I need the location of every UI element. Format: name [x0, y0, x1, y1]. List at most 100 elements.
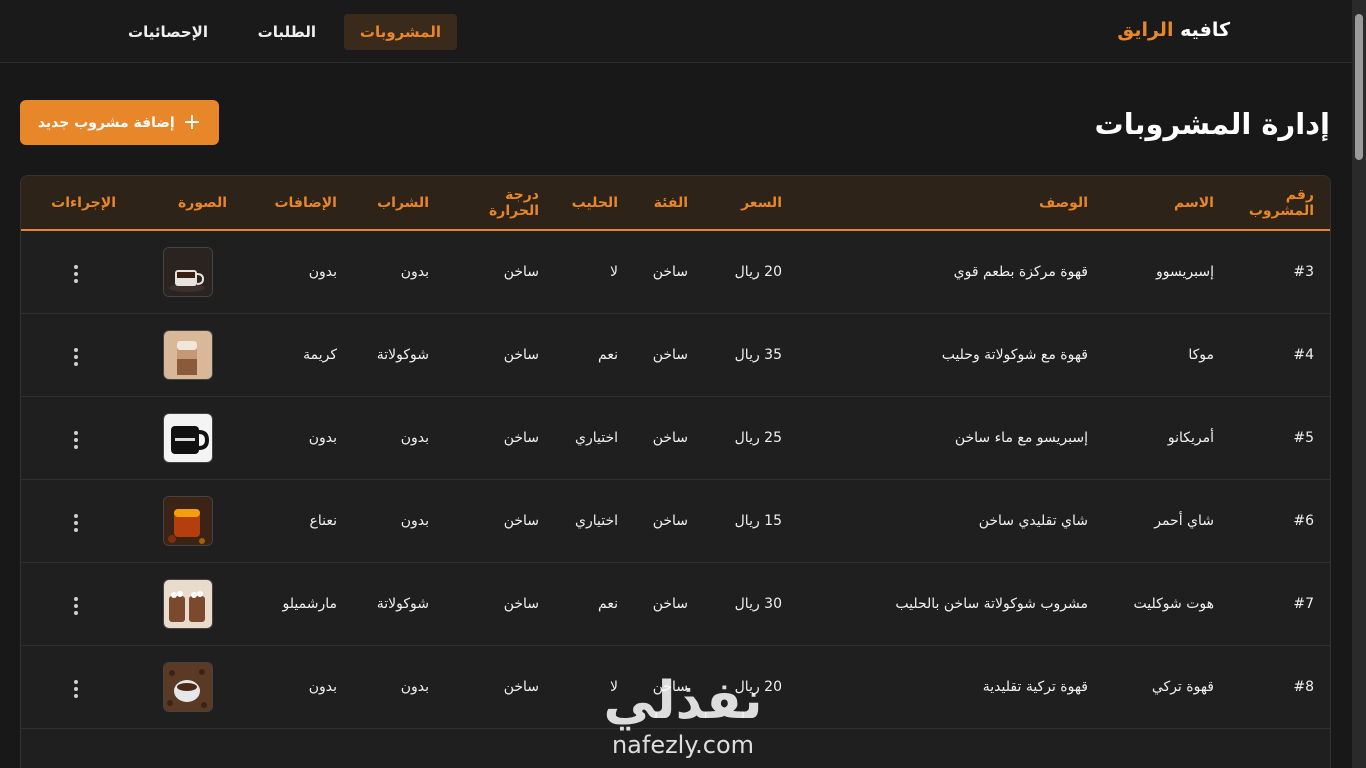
cell-actions	[21, 479, 132, 562]
cell-image	[132, 562, 243, 645]
col-header-price: السعر	[741, 194, 782, 211]
cell-description: قهوة مع شوكولاتة وحليب	[941, 346, 1088, 363]
cell-actions	[21, 645, 132, 728]
cell-image	[132, 645, 243, 728]
row-actions-menu-icon[interactable]	[66, 676, 86, 702]
row-actions-menu-icon[interactable]	[66, 344, 86, 370]
cell-syrup: بدون	[400, 263, 429, 280]
page-scrollbar[interactable]	[1352, 0, 1366, 768]
cell-name: أمريكانو	[1167, 429, 1214, 446]
cell-price: 20 ريال	[734, 678, 782, 695]
cell-milk: اختياري	[575, 512, 618, 529]
plus-icon: +	[182, 109, 202, 135]
cell-extras: نعناع	[309, 512, 338, 529]
espresso-image	[162, 246, 213, 297]
col-header-milk: الحليب	[571, 194, 618, 211]
cell-temperature: ساخن	[503, 595, 539, 612]
row-actions-menu-icon[interactable]	[66, 593, 86, 619]
table-row: #8 قهوة تركي قهوة تركية تقليدية 20 ريال …	[21, 645, 1330, 728]
cell-id: #4	[1293, 346, 1314, 363]
cell-actions	[21, 313, 132, 396]
hot-chocolate-image	[162, 578, 213, 629]
cell-syrup: بدون	[400, 429, 429, 446]
add-drink-button[interactable]: + إضافة مشروب جديد	[20, 100, 219, 145]
cell-name: شاي أحمر	[1154, 512, 1214, 529]
cell-description: قهوة تركية تقليدية	[982, 678, 1088, 695]
cell-syrup: بدون	[400, 678, 429, 695]
cell-milk: نعم	[598, 346, 618, 363]
col-header-id: رقم المشروب	[1248, 186, 1314, 219]
cell-temperature: ساخن	[503, 429, 539, 446]
brand-logo[interactable]: كافيه الرايق	[1117, 19, 1230, 41]
cell-description: شاي تقليدي ساخن	[978, 512, 1088, 529]
table-row: #3 إسبريسوو قهوة مركزة بطعم قوي 20 ريال …	[21, 230, 1330, 313]
col-header-syrup: الشراب	[377, 194, 429, 211]
cell-temperature: ساخن	[503, 512, 539, 529]
cell-name: إسبريسوو	[1156, 263, 1214, 280]
brand-name: كافيه	[1180, 19, 1230, 41]
add-drink-label: إضافة مشروب جديد	[37, 114, 175, 131]
cell-category: ساخن	[652, 512, 688, 529]
cell-extras: مارشميلو	[282, 595, 337, 612]
cell-temperature: ساخن	[503, 678, 539, 695]
cell-category: ساخن	[652, 595, 688, 612]
row-actions-menu-icon[interactable]	[66, 427, 86, 453]
cell-extras: بدون	[308, 263, 337, 280]
table-row: #7 هوت شوكليت مشروب شوكولاتة ساخن بالحلي…	[21, 562, 1330, 645]
cell-temperature: ساخن	[503, 346, 539, 363]
row-actions-menu-icon[interactable]	[66, 261, 86, 287]
cell-syrup: شوكولاتة	[376, 595, 429, 612]
cell-milk: اختياري	[575, 429, 618, 446]
col-header-extras: الإضافات	[274, 194, 337, 211]
cell-description: إسبريسو مع ماء ساخن	[954, 429, 1088, 446]
cell-price: 35 ريال	[734, 346, 782, 363]
cell-name: موكا	[1188, 346, 1214, 363]
scrollbar-thumb[interactable]	[1355, 14, 1363, 160]
col-header-description: الوصف	[1038, 194, 1088, 211]
cell-price: 20 ريال	[734, 263, 782, 280]
cell-image	[132, 396, 243, 479]
table-row: #6 شاي أحمر شاي تقليدي ساخن 15 ريال ساخن…	[21, 479, 1330, 562]
cell-name: هوت شوكليت	[1133, 595, 1214, 612]
brand-accent: الرايق	[1117, 19, 1174, 41]
cell-actions	[21, 230, 132, 313]
cell-price: 15 ريال	[734, 512, 782, 529]
page-title: إدارة المشروبات	[1094, 107, 1330, 141]
cell-image	[132, 313, 243, 396]
cell-price: 25 ريال	[734, 429, 782, 446]
cell-name: قهوة تركي	[1151, 678, 1214, 695]
cell-actions	[21, 396, 132, 479]
col-header-name: الاسم	[1174, 194, 1214, 211]
row-actions-menu-icon[interactable]	[66, 510, 86, 536]
cell-category: ساخن	[652, 263, 688, 280]
drinks-table: رقم المشروب الاسم الوصف السعر الفئة الحل…	[20, 175, 1331, 768]
cell-extras: بدون	[308, 429, 337, 446]
cell-temperature: ساخن	[503, 263, 539, 280]
cell-category: ساخن	[652, 429, 688, 446]
cell-id: #6	[1293, 512, 1314, 529]
cell-actions	[21, 562, 132, 645]
mocha-image	[162, 329, 213, 380]
table-header-row: رقم المشروب الاسم الوصف السعر الفئة الحل…	[21, 176, 1330, 230]
cell-image	[132, 479, 243, 562]
cell-milk: نعم	[598, 595, 618, 612]
cell-category: ساخن	[652, 678, 688, 695]
col-header-actions: الإجراءات	[51, 194, 116, 211]
cell-image	[132, 230, 243, 313]
col-header-image: الصورة	[178, 194, 227, 211]
cell-description: قهوة مركزة بطعم قوي	[953, 263, 1088, 280]
col-header-category: الفئة	[653, 194, 688, 211]
cell-id: #8	[1293, 678, 1314, 695]
table-row: #4 موكا قهوة مع شوكولاتة وحليب 35 ريال س…	[21, 313, 1330, 396]
nav-tab-drinks[interactable]: المشروبات	[343, 14, 457, 50]
cell-syrup: بدون	[400, 512, 429, 529]
turkish-coffee-image	[162, 661, 213, 712]
cell-milk: لا	[610, 263, 618, 280]
nav-tab-statistics[interactable]: الإحصائيات	[112, 14, 224, 50]
col-header-temperature: درجة الحرارة	[489, 186, 539, 219]
nav-tab-orders[interactable]: الطلبات	[242, 14, 332, 50]
tea-image	[162, 495, 213, 546]
cell-syrup: شوكولاتة	[376, 346, 429, 363]
top-navbar: كافيه الرايق المشروبات الطلبات الإحصائيا…	[0, 0, 1352, 63]
cell-id: #7	[1293, 595, 1314, 612]
